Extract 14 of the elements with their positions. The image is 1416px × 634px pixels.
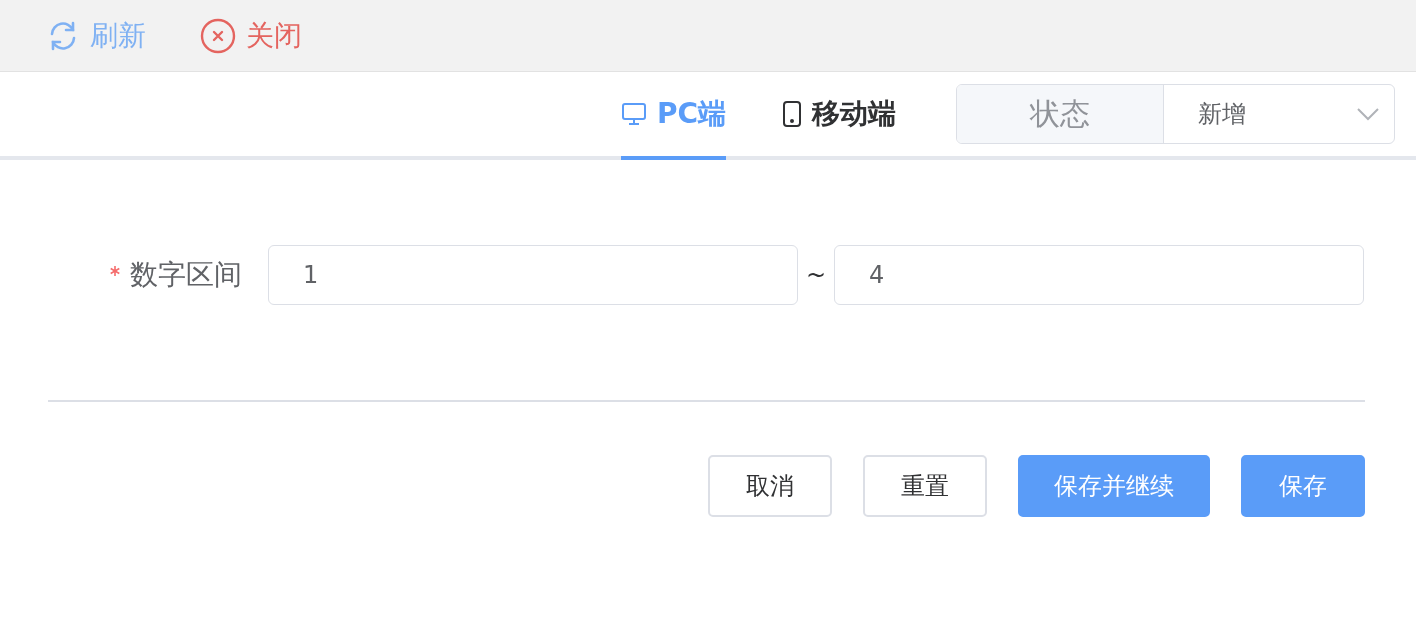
range-separator: ~ — [804, 261, 828, 289]
status-select[interactable]: 状态 新增 — [956, 84, 1395, 144]
status-value: 新增 — [1197, 99, 1247, 130]
tab[interactable]: 移动端 — [782, 72, 896, 160]
input-field[interactable]: 1 — [268, 245, 798, 305]
action-button[interactable]: 取消 — [708, 455, 832, 517]
field-label: 数字区间 — [130, 258, 242, 291]
chevron-down-icon — [1356, 107, 1380, 121]
phone-icon — [782, 100, 802, 128]
input-field[interactable]: 4 — [834, 245, 1364, 305]
action-button[interactable]: 重置 — [863, 455, 987, 517]
status-label: 状态 — [957, 85, 1164, 143]
monitor-icon — [620, 102, 647, 126]
close-icon — [200, 17, 236, 54]
